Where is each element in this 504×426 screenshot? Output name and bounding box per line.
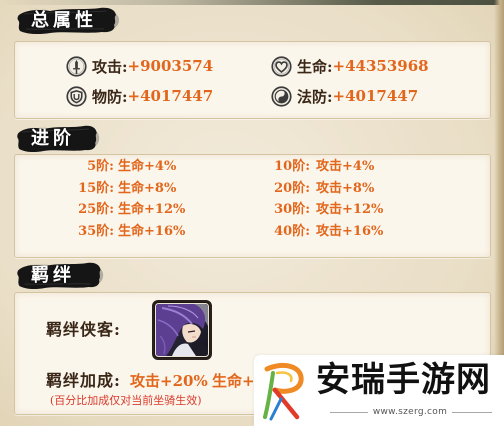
tier-label: 35阶:: [78, 223, 114, 239]
tier-bonus: 攻击+16%: [316, 223, 384, 239]
advancement-row: 25阶: 生命+12% 30阶: 攻击+12%: [15, 199, 490, 221]
advancement-row: 15阶: 生命+8% 20阶: 攻击+8%: [15, 178, 490, 200]
tier-bonus: 攻击+8%: [316, 180, 375, 196]
header-title: 进阶: [31, 128, 75, 149]
bond-hero-portrait[interactable]: [152, 300, 212, 360]
tier-bonus: 生命+16%: [118, 223, 186, 239]
watermark-divider-left: [330, 412, 368, 413]
tier-label: 5阶:: [87, 159, 114, 174]
shield-icon: [66, 85, 87, 107]
yin-yang-icon: [271, 85, 292, 107]
tier-label: 20阶:: [274, 180, 310, 196]
tier-bonus: 攻击+12%: [316, 202, 384, 217]
advancement-row: 35阶: 生命+16% 40阶: 攻击+16%: [15, 221, 490, 243]
header-total-attributes: 总属性: [16, 6, 120, 36]
stat-label: 物防:: [92, 87, 128, 106]
tier-label: 15阶:: [78, 180, 114, 196]
advancement-list[interactable]: 5阶: 生命+4% 10阶: 攻击+4% 15阶: 生命+8% 20阶: 攻击+…: [15, 155, 490, 257]
stat-value: +9003574: [127, 57, 214, 75]
tier-bonus: 生命+12%: [118, 202, 186, 217]
watermark-divider-right: [452, 412, 492, 413]
header-title: 总属性: [31, 10, 97, 31]
stat-value: +4017447: [127, 87, 214, 105]
heart-icon: [271, 55, 292, 77]
stat-value: +4017447: [332, 87, 419, 105]
header-advancement: 进阶: [16, 124, 100, 154]
tier-label: 10阶:: [274, 159, 310, 174]
stat-label: 法防:: [297, 87, 333, 106]
stat-attack: 攻击: +9003574: [66, 55, 213, 77]
header-bond: 羁绊: [16, 261, 104, 291]
stat-value: +44353968: [332, 57, 429, 75]
stat-label: 攻击:: [92, 57, 128, 76]
panel-advancement: 5阶: 生命+4% 10阶: 攻击+4% 15阶: 生命+8% 20阶: 攻击+…: [14, 154, 491, 258]
tier-bonus: 生命+4%: [118, 159, 177, 174]
tier-bonus: 生命+8%: [118, 180, 177, 196]
stat-hp: 生命: +44353968: [271, 55, 429, 77]
stat-physical-defense: 物防: +4017447: [66, 85, 213, 107]
tier-label: 40阶:: [274, 223, 310, 239]
anrui-logo-icon: [263, 363, 304, 421]
watermark: 安瑞手游网 www.szerg.com: [254, 355, 504, 426]
stat-magic-defense: 法防: +4017447: [271, 85, 418, 107]
advancement-row: 5阶: 生命+4% 10阶: 攻击+4%: [15, 156, 490, 178]
panel-total-attributes: 攻击: +9003574 生命: +44353968 物防: +4017447 …: [14, 41, 491, 119]
sword-icon: [66, 55, 87, 77]
bond-hero-label: 羁绊侠客:: [46, 320, 121, 339]
bond-bonus-label: 羁绊加成:: [46, 371, 121, 390]
stat-label: 生命:: [297, 57, 333, 76]
top-frame-edge: [0, 0, 504, 5]
watermark-name: 安瑞手游网: [316, 360, 491, 400]
header-title: 羁绊: [31, 265, 75, 286]
tier-label: 30阶:: [274, 202, 310, 217]
bond-bonus-attack: 攻击+20%: [130, 372, 208, 390]
bond-note: (百分比加成仅对当前坐骑生效): [50, 394, 202, 407]
tier-bonus: 攻击+4%: [316, 159, 375, 174]
watermark-url: www.szerg.com: [372, 407, 448, 417]
tier-label: 25阶:: [78, 202, 114, 217]
